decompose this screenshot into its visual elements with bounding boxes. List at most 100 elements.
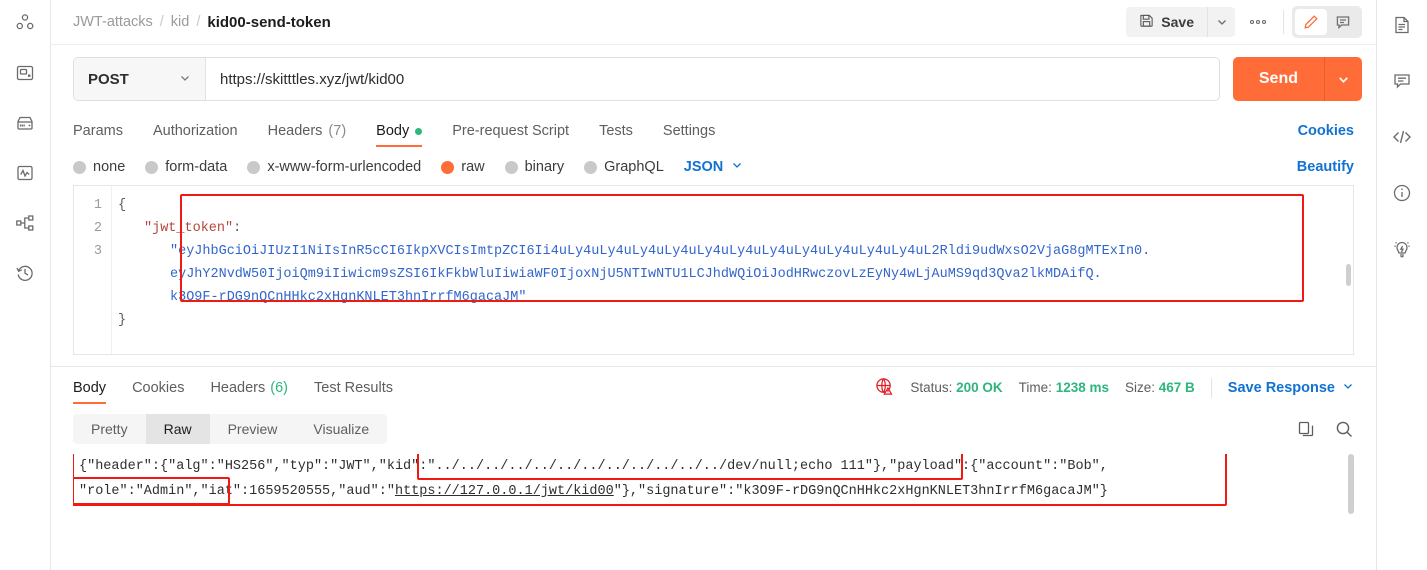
- line-number: 2: [93, 221, 102, 236]
- view-raw[interactable]: Raw: [145, 414, 210, 444]
- edit-pencil-icon[interactable]: [1295, 9, 1327, 35]
- status-label: Status:: [910, 380, 953, 395]
- body-type-label: form-data: [165, 159, 228, 175]
- tab-label: Test Results: [314, 379, 393, 396]
- response-aud-url[interactable]: https://127.0.0.1/jwt/kid00: [395, 484, 614, 499]
- view-pretty[interactable]: Pretty: [73, 414, 146, 444]
- url-input[interactable]: [206, 58, 1219, 100]
- tab-settings[interactable]: Settings: [663, 111, 715, 151]
- response-body-raw[interactable]: {"header":{"alg":"HS256","typ":"JWT","ki…: [73, 454, 1354, 570]
- cookies-link[interactable]: Cookies: [1298, 123, 1354, 139]
- header-divider: [1283, 10, 1284, 34]
- body-type-label: GraphQL: [604, 159, 664, 175]
- copy-icon[interactable]: [1297, 420, 1315, 438]
- view-visualize[interactable]: Visualize: [295, 414, 387, 444]
- tab-label: Tests: [599, 123, 633, 139]
- postbot-icon[interactable]: [1385, 232, 1419, 266]
- editor-scrollbar[interactable]: [1346, 264, 1351, 286]
- body-type-none[interactable]: none: [73, 159, 125, 175]
- flows-icon[interactable]: [8, 206, 42, 240]
- save-disk-icon: [1139, 13, 1154, 31]
- tab-label: Body: [73, 379, 107, 396]
- environments-icon[interactable]: [8, 106, 42, 140]
- body-modified-dot-icon: [415, 127, 423, 135]
- comments-icon[interactable]: [1385, 64, 1419, 98]
- response-tab-cookies[interactable]: Cookies: [132, 367, 184, 409]
- save-response-button[interactable]: Save Response: [1228, 380, 1354, 396]
- save-response-chevron-down-icon: [1342, 380, 1354, 396]
- time-value: 1238 ms: [1055, 380, 1109, 395]
- body-type-binary[interactable]: binary: [504, 159, 564, 175]
- response-tab-headers[interactable]: Headers (6): [210, 367, 288, 409]
- collections-icon[interactable]: [8, 6, 42, 40]
- tab-authorization[interactable]: Authorization: [153, 111, 238, 151]
- breadcrumb-item-collection[interactable]: JWT-attacks: [73, 14, 153, 30]
- breadcrumb-separator: /: [159, 14, 164, 30]
- request-body-editor[interactable]: 1 2 3 { "jwt_token": "eyJhbGciOiJIUzI1NiIs…: [73, 185, 1354, 355]
- beautify-button[interactable]: Beautify: [1297, 159, 1354, 175]
- response-tab-body[interactable]: Body: [73, 367, 107, 409]
- comment-icon[interactable]: [1327, 9, 1359, 35]
- tab-tests[interactable]: Tests: [599, 111, 633, 151]
- documentation-icon[interactable]: [1385, 8, 1419, 42]
- response-tab-test-results[interactable]: Test Results: [314, 367, 393, 409]
- tab-label: Headers: [267, 123, 323, 139]
- left-sidebar: [0, 0, 51, 570]
- search-icon[interactable]: [1335, 420, 1354, 439]
- raw-format-chevron-down-icon: [731, 159, 743, 175]
- tab-headers[interactable]: Headers (7): [268, 111, 347, 151]
- tab-count: (6): [270, 379, 288, 396]
- send-button[interactable]: Send: [1232, 57, 1324, 101]
- info-icon[interactable]: [1385, 176, 1419, 210]
- editor-code[interactable]: { "jwt_token": "eyJhbGciOiJIUzI1NiIsInR5…: [112, 186, 1353, 354]
- body-type-label: none: [93, 159, 126, 175]
- breadcrumb-current-request: kid00-send-token: [207, 13, 331, 31]
- header-actions: Save: [1126, 6, 1362, 38]
- response-line1-prefix: {"header":{"alg":"HS256","typ":"JWT",: [79, 459, 379, 474]
- tab-label: Body: [376, 123, 410, 139]
- body-type-form-data[interactable]: form-data: [145, 159, 227, 175]
- tab-body[interactable]: Body: [376, 111, 423, 151]
- body-type-label: raw: [461, 159, 485, 175]
- tab-pre-request-script[interactable]: Pre-request Script: [452, 111, 569, 151]
- body-type-graphql[interactable]: GraphQL: [584, 159, 664, 175]
- method-chevron-down-icon: [179, 71, 191, 88]
- save-label: Save: [1161, 14, 1194, 30]
- jwt-token-part-signature: k3O9F-rDG9nQCnHHkc2xHgnKNLET3hnIrrfM6gac…: [170, 290, 527, 305]
- breadcrumb-item-folder[interactable]: kid: [171, 14, 190, 30]
- tab-label: Headers: [210, 379, 266, 396]
- more-actions-button[interactable]: [1241, 7, 1275, 37]
- apis-icon[interactable]: [8, 56, 42, 90]
- code-icon[interactable]: [1385, 120, 1419, 154]
- request-tabs: Params Authorization Headers (7) Body Pr…: [51, 111, 1376, 151]
- body-type-raw[interactable]: raw: [441, 159, 485, 175]
- postman-window: JWT-attacks / kid / kid00-send-token Sav…: [0, 0, 1427, 570]
- line-number: 3: [93, 244, 102, 259]
- size-text: Size: 467 B: [1125, 380, 1195, 395]
- response-line-1: {"header":{"alg":"HS256","typ":"JWT","ki…: [79, 454, 1354, 479]
- save-button[interactable]: Save: [1126, 7, 1207, 37]
- breadcrumb-separator: /: [196, 14, 201, 30]
- body-type-row: none form-data x-www-form-urlencoded raw…: [51, 151, 1376, 185]
- body-type-x-www-form-urlencoded[interactable]: x-www-form-urlencoded: [247, 159, 421, 175]
- radio-icon: [73, 160, 86, 174]
- history-icon[interactable]: [8, 256, 42, 290]
- response-role-claim: "role":"Admin": [79, 484, 193, 499]
- response-line2-mid: ,"iat":1659520555,"aud":": [192, 484, 395, 499]
- save-dropdown-chevron-down-icon[interactable]: [1207, 7, 1235, 37]
- send-dropdown-chevron-down-icon[interactable]: [1324, 57, 1362, 101]
- json-key-jwt-token: "jwt_token": [144, 221, 234, 236]
- body-type-label: x-www-form-urlencoded: [267, 159, 422, 175]
- monitors-icon[interactable]: [8, 156, 42, 190]
- method-selector[interactable]: POST: [74, 58, 206, 100]
- raw-format-selector[interactable]: JSON: [684, 159, 744, 175]
- right-sidebar: [1376, 0, 1427, 570]
- response-scrollbar[interactable]: [1348, 454, 1354, 514]
- breadcrumb: JWT-attacks / kid / kid00-send-token: [73, 14, 1126, 31]
- radio-icon: [145, 160, 159, 174]
- view-preview[interactable]: Preview: [210, 414, 296, 444]
- response-tabs: Body Cookies Headers (6) Test Results St…: [51, 366, 1376, 408]
- tab-params[interactable]: Params: [73, 111, 123, 151]
- radio-icon: [584, 160, 598, 174]
- tab-count: (7): [328, 123, 347, 139]
